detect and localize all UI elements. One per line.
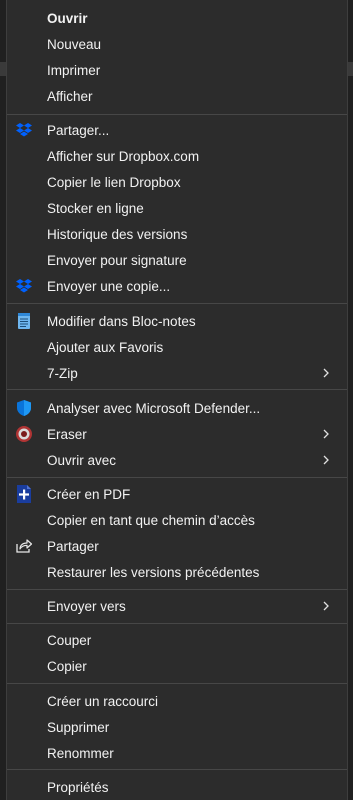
- menu-item-label: Analyser avec Microsoft Defender...: [47, 401, 261, 416]
- menu-item-label: Supprimer: [47, 720, 110, 735]
- create-pdf-icon: [15, 485, 33, 503]
- menu-item-ouvrir-avec[interactable]: Ouvrir avec: [7, 447, 347, 473]
- menu-item-analyser-defender[interactable]: Analyser avec Microsoft Defender...: [7, 395, 347, 421]
- context-menu: Ouvrir Nouveau Imprimer Afficher Partage…: [6, 0, 348, 800]
- menu-item-afficher-dropbox[interactable]: Afficher sur Dropbox.com: [7, 143, 347, 169]
- menu-item-label: Propriétés: [47, 780, 109, 795]
- menu-item-afficher[interactable]: Afficher: [7, 83, 347, 109]
- menu-item-imprimer[interactable]: Imprimer: [7, 57, 347, 83]
- menu-item-label: Nouveau: [47, 37, 102, 52]
- menu-item-historique-versions[interactable]: Historique des versions: [7, 221, 347, 247]
- notepad-icon: [15, 312, 33, 330]
- menu-item-creer-raccourci[interactable]: Créer un raccourci: [7, 688, 347, 714]
- menu-item-label: Ouvrir avec: [47, 453, 117, 468]
- menu-item-restaurer-versions[interactable]: Restaurer les versions précédentes: [7, 559, 347, 585]
- menu-item-label: Envoyer pour signature: [47, 253, 187, 268]
- menu-item-label: Eraser: [47, 427, 87, 442]
- dropbox-icon: [15, 121, 33, 139]
- menu-item-proprietes[interactable]: Propriétés: [7, 774, 347, 800]
- menu-item-copier-lien-dropbox[interactable]: Copier le lien Dropbox: [7, 169, 347, 195]
- chevron-right-icon: [321, 365, 331, 381]
- menu-item-couper[interactable]: Couper: [7, 627, 347, 653]
- menu-item-label: Stocker en ligne: [47, 201, 144, 216]
- menu-item-ajouter-favoris[interactable]: Ajouter aux Favoris: [7, 334, 347, 360]
- menu-item-partager-dropbox[interactable]: Partager...: [7, 117, 347, 143]
- menu-item-label: Couper: [47, 633, 92, 648]
- menu-separator: [7, 389, 347, 390]
- menu-item-label: Copier le lien Dropbox: [47, 175, 181, 190]
- menu-separator: [7, 303, 347, 304]
- menu-item-label: Envoyer vers: [47, 599, 126, 614]
- menu-item-copier-chemin[interactable]: Copier en tant que chemin d’accès: [7, 507, 347, 533]
- chevron-right-icon: [321, 598, 331, 614]
- menu-item-eraser[interactable]: Eraser: [7, 421, 347, 447]
- menu-item-label: Partager...: [47, 123, 110, 138]
- menu-item-copier[interactable]: Copier: [7, 653, 347, 679]
- menu-separator: [7, 589, 347, 590]
- menu-item-supprimer[interactable]: Supprimer: [7, 714, 347, 740]
- menu-item-label: Restaurer les versions précédentes: [47, 565, 260, 580]
- menu-item-label: Afficher sur Dropbox.com: [47, 149, 200, 164]
- menu-item-label: Modifier dans Bloc-notes: [47, 314, 196, 329]
- menu-item-label: Envoyer une copie...: [47, 279, 171, 294]
- menu-item-label: 7-Zip: [47, 366, 78, 381]
- eraser-icon: [15, 425, 33, 443]
- menu-separator: [7, 769, 347, 770]
- menu-separator: [7, 683, 347, 684]
- menu-item-7zip[interactable]: 7-Zip: [7, 360, 347, 386]
- menu-separator: [7, 477, 347, 478]
- menu-item-label: Imprimer: [47, 63, 101, 78]
- menu-separator: [7, 114, 347, 115]
- menu-item-nouveau[interactable]: Nouveau: [7, 31, 347, 57]
- menu-item-partager[interactable]: Partager: [7, 533, 347, 559]
- dropbox-icon: [15, 277, 33, 295]
- menu-item-label: Afficher: [47, 89, 93, 104]
- menu-item-stocker-en-ligne[interactable]: Stocker en ligne: [7, 195, 347, 221]
- menu-item-envoyer-copie[interactable]: Envoyer une copie...: [7, 273, 347, 299]
- menu-item-label: Partager: [47, 539, 99, 554]
- menu-separator: [7, 623, 347, 624]
- chevron-right-icon: [321, 452, 331, 468]
- menu-item-label: Historique des versions: [47, 227, 188, 242]
- chevron-right-icon: [321, 426, 331, 442]
- menu-item-label: Copier en tant que chemin d’accès: [47, 513, 255, 528]
- menu-item-ouvrir[interactable]: Ouvrir: [7, 5, 347, 31]
- menu-item-envoyer-vers[interactable]: Envoyer vers: [7, 593, 347, 619]
- menu-item-label: Renommer: [47, 746, 114, 761]
- menu-item-creer-pdf[interactable]: Créer en PDF: [7, 481, 347, 507]
- menu-item-label: Créer un raccourci: [47, 694, 159, 709]
- menu-item-label: Ajouter aux Favoris: [47, 340, 164, 355]
- menu-item-label: Ouvrir: [47, 11, 88, 26]
- share-icon: [15, 537, 33, 555]
- menu-item-envoyer-signature[interactable]: Envoyer pour signature: [7, 247, 347, 273]
- defender-shield-icon: [15, 399, 33, 417]
- menu-item-modifier-bloc-notes[interactable]: Modifier dans Bloc-notes: [7, 308, 347, 334]
- menu-item-renommer[interactable]: Renommer: [7, 740, 347, 766]
- menu-item-label: Créer en PDF: [47, 487, 131, 502]
- menu-item-label: Copier: [47, 659, 87, 674]
